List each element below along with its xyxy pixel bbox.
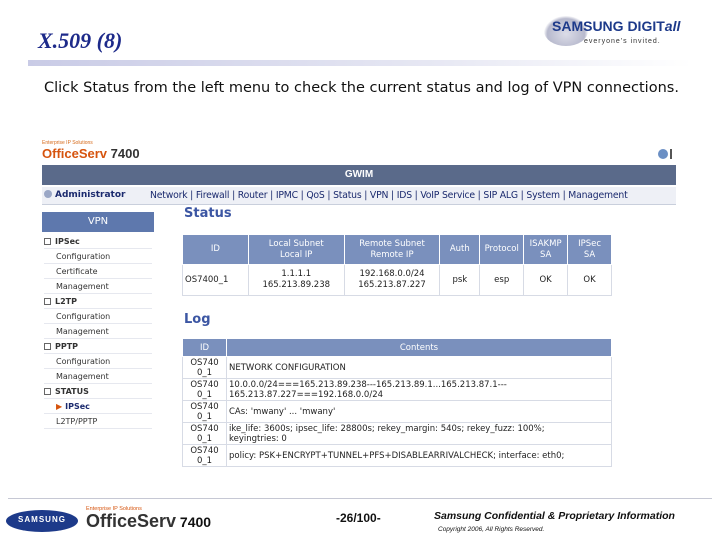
log-title: Log bbox=[184, 312, 211, 327]
status-remote: 192.168.0.0/24 165.213.87.227 bbox=[343, 264, 441, 296]
log-header-row: ID Contents bbox=[182, 338, 612, 357]
status-local: 1.1.1.1 165.213.89.238 bbox=[247, 264, 345, 296]
confidential-notice: Samsung Confidential & Proprietary Infor… bbox=[434, 510, 675, 522]
sidebar-item-status[interactable]: STATUS bbox=[44, 384, 152, 399]
sidebar-item-label: IPSec bbox=[55, 237, 80, 246]
sidebar-item-management[interactable]: Management bbox=[44, 279, 152, 294]
table-row: OS740 0_1 CAs: 'mwany' ... 'mwany' bbox=[182, 400, 612, 423]
sidebar-item-label: Management bbox=[56, 372, 109, 381]
log-id: OS740 0_1 bbox=[182, 356, 227, 379]
footer-divider bbox=[8, 498, 712, 499]
table-row: OS7400_1 1.1.1.1 165.213.89.238 192.168.… bbox=[182, 264, 612, 296]
log-header-contents: Contents bbox=[226, 338, 612, 357]
status-header-row: ID Local Subnet Local IP Remote Subnet Rem… bbox=[182, 234, 612, 265]
table-row: OS740 0_1 policy: PSK+ENCRYPT+TUNNEL+PFS+… bbox=[182, 444, 612, 467]
footer-product: OfficeServ 7400 bbox=[86, 511, 212, 531]
table-row: OS740 0_1 NETWORK CONFIGURATION bbox=[182, 356, 612, 379]
expand-toggle-icon[interactable] bbox=[44, 238, 51, 245]
sidebar-item-label: Configuration bbox=[56, 357, 111, 366]
samsung-digitall-logo: SAMSUNG DIGITall everyone's invited. bbox=[544, 16, 704, 56]
sidebar-item-management[interactable]: Management bbox=[44, 369, 152, 384]
officeserv-web-screenshot: Enterprise IP Solutions OfficeServ 7400 … bbox=[42, 140, 676, 495]
slide-title: X.509 (8) bbox=[38, 28, 123, 53]
copyright-notice: Copyright 2006, All Rights Reserved. bbox=[438, 526, 545, 533]
main-content: Status ID Local Subnet Local IP Remote Sub… bbox=[182, 206, 676, 495]
status-auth: psk bbox=[439, 264, 481, 296]
sidebar-item-label: Certificate bbox=[56, 267, 98, 276]
samsung-logo: SAMSUNG bbox=[6, 510, 78, 532]
sidebar-item-label: Configuration bbox=[56, 252, 111, 261]
log-id: OS740 0_1 bbox=[182, 378, 227, 401]
status-id: OS7400_1 bbox=[182, 264, 249, 296]
log-id: OS740 0_1 bbox=[182, 400, 227, 423]
sidebar-item-label: Management bbox=[56, 282, 109, 291]
status-header-cell: IPSec SA bbox=[567, 234, 612, 265]
status-header-cell: Auth bbox=[439, 234, 481, 265]
log-content: 10.0.0.0/24===165.213.89.238---165.213.8… bbox=[226, 378, 612, 401]
sidebar-item-configuration[interactable]: Configuration bbox=[44, 309, 152, 324]
sidebar-item-label: IPSec bbox=[65, 402, 90, 411]
sidebar-item-label: Management bbox=[56, 327, 109, 336]
user-icon bbox=[44, 190, 52, 198]
sidebar-heading: VPN bbox=[42, 212, 154, 232]
active-arrow-icon: ▶ bbox=[56, 402, 63, 411]
expand-toggle-icon[interactable] bbox=[44, 298, 51, 305]
top-nav: Administrator Network | Firewall | Route… bbox=[42, 187, 676, 205]
status-header-cell: Protocol bbox=[479, 234, 525, 265]
sidebar-item-ipsec[interactable]: ▶ IPSec bbox=[44, 399, 152, 414]
status-table: ID Local Subnet Local IP Remote Subnet Rem… bbox=[182, 234, 612, 296]
sidebar-item-label: Configuration bbox=[56, 312, 111, 321]
log-content: NETWORK CONFIGURATION bbox=[226, 356, 612, 379]
admin-link[interactable]: Administrator bbox=[44, 190, 125, 200]
help-icon[interactable] bbox=[658, 149, 672, 159]
sidebar-item-l2tp-pptp[interactable]: L2TP/PPTP bbox=[44, 414, 152, 429]
sidebar-item-label: L2TP/PPTP bbox=[56, 417, 98, 426]
log-content: CAs: 'mwany' ... 'mwany' bbox=[226, 400, 612, 423]
app-header-bar: GWIM bbox=[42, 165, 676, 185]
status-header-cell: ID bbox=[182, 234, 249, 265]
status-header-cell: Remote Subnet Remote IP bbox=[343, 234, 441, 265]
brand-name: SAMSUNG DIGITall bbox=[552, 18, 681, 34]
log-content: ike_life: 3600s; ipsec_life: 28800s; rek… bbox=[226, 422, 612, 445]
table-row: OS740 0_1 ike_life: 3600s; ipsec_life: 28… bbox=[182, 422, 612, 445]
status-isakmp: OK bbox=[523, 264, 569, 296]
brand-tagline: everyone's invited. bbox=[584, 38, 661, 45]
expand-toggle-icon[interactable] bbox=[44, 388, 51, 395]
sidebar-item-configuration[interactable]: Configuration bbox=[44, 354, 152, 369]
status-title: Status bbox=[184, 206, 232, 221]
table-row: OS740 0_1 10.0.0.0/24===165.213.89.238---… bbox=[182, 378, 612, 401]
app-logo: OfficeServ 7400 bbox=[42, 146, 140, 161]
sidebar-item-label: L2TP bbox=[55, 297, 77, 306]
status-protocol: esp bbox=[479, 264, 525, 296]
sidebar-item-ipsec[interactable]: IPSec bbox=[44, 234, 152, 249]
sidebar-item-label: PPTP bbox=[55, 342, 79, 351]
title-underline bbox=[28, 60, 692, 66]
status-header-cell: ISAKMP SA bbox=[523, 234, 569, 265]
log-rows: OS740 0_1 NETWORK CONFIGURATION OS740 0_1 1… bbox=[182, 356, 612, 467]
status-ipsec: OK bbox=[567, 264, 612, 296]
page-number: -26/100- bbox=[336, 511, 381, 525]
main-menu[interactable]: Network | Firewall | Router | IPMC | QoS… bbox=[150, 190, 628, 201]
status-header-cell: Local Subnet Local IP bbox=[247, 234, 345, 265]
intro-text: Click Status from the left menu to check… bbox=[44, 80, 679, 96]
log-table: ID Contents OS740 0_1 NETWORK CONFIGURATI… bbox=[182, 338, 612, 467]
sidebar-item-pptp[interactable]: PPTP bbox=[44, 339, 152, 354]
log-id: OS740 0_1 bbox=[182, 422, 227, 445]
sidebar-item-certificate[interactable]: Certificate bbox=[44, 264, 152, 279]
log-id: OS740 0_1 bbox=[182, 444, 227, 467]
sidebar-item-label: STATUS bbox=[55, 387, 89, 396]
left-sidebar: VPN IPSec Configuration Certificate Managem… bbox=[42, 212, 154, 495]
sidebar-item-configuration[interactable]: Configuration bbox=[44, 249, 152, 264]
sidebar-item-management[interactable]: Management bbox=[44, 324, 152, 339]
log-content: policy: PSK+ENCRYPT+TUNNEL+PFS+DISABLEAR… bbox=[226, 444, 612, 467]
sidebar-item-l2tp[interactable]: L2TP bbox=[44, 294, 152, 309]
slide-footer: SAMSUNG Enterprise IP Solutions OfficeSe… bbox=[0, 496, 720, 540]
log-header-id: ID bbox=[182, 338, 227, 357]
expand-toggle-icon[interactable] bbox=[44, 343, 51, 350]
